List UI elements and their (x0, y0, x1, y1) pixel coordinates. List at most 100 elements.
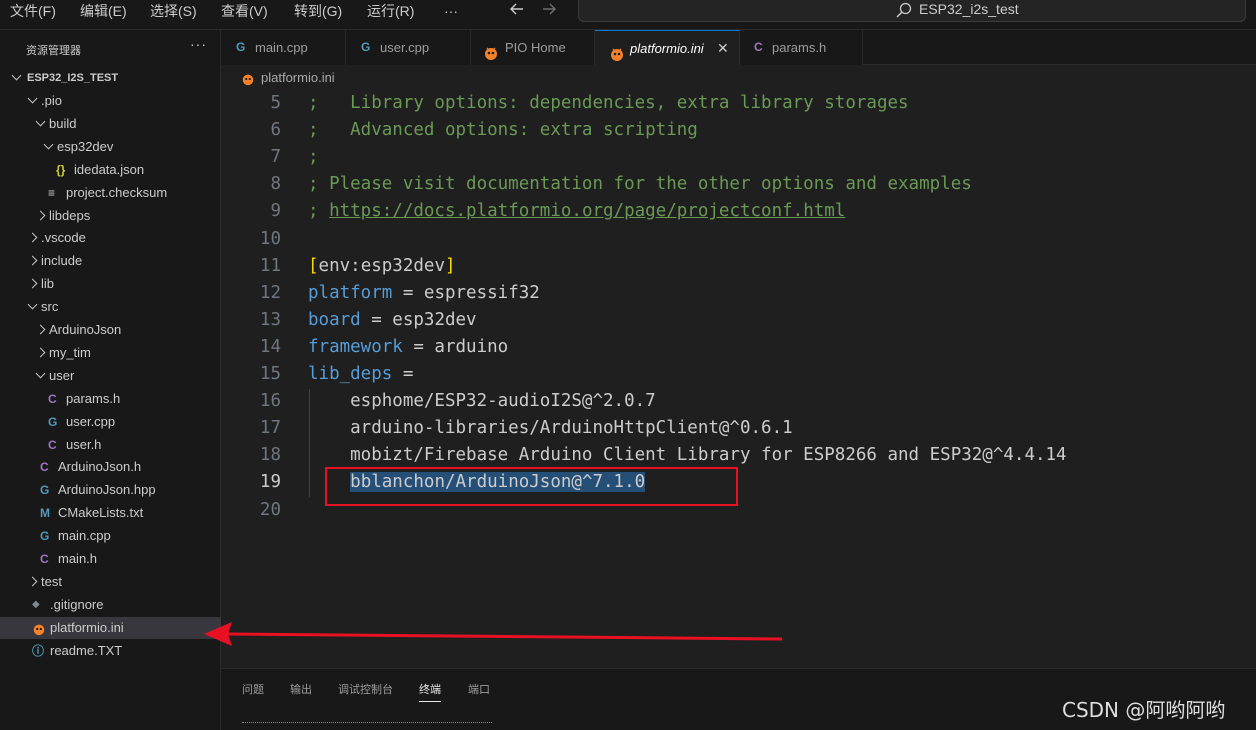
panel-tab-terminal[interactable]: 终端 (419, 681, 441, 702)
code-line[interactable]: 15 lib_deps = (221, 361, 1256, 388)
tree-item[interactable]: ArduinoJson (0, 319, 221, 341)
workspace-root[interactable]: ESP32_I2S_TEST (0, 67, 221, 89)
tree-item[interactable]: .vscode (0, 227, 221, 249)
tree-item[interactable]: G ArduinoJson.hpp (0, 479, 221, 501)
tree-item[interactable]: esp32dev (0, 136, 221, 158)
tab-label: PIO Home (505, 40, 566, 55)
watermark: CSDN @阿哟阿哟 (1062, 698, 1226, 722)
menu-selection[interactable]: 选择(S) (150, 0, 197, 30)
code-token: = arduino (402, 336, 509, 357)
menu-run[interactable]: 运行(R) (367, 0, 414, 30)
tree-item[interactable]: {} idedata.json (0, 159, 221, 181)
info-icon: ⓘ (32, 643, 45, 658)
tree-item-label: main.h (58, 551, 98, 566)
tree-item[interactable]: Cuser.h (0, 434, 221, 456)
code-editor[interactable]: 5 ; Library options: dependencies, extra … (221, 90, 1256, 668)
line-number: 6 (270, 120, 281, 141)
code-line[interactable]: 17 arduino-libraries/ArduinoHttpClient@^… (221, 415, 1256, 442)
arrow-left-icon[interactable] (508, 0, 526, 23)
tree-item[interactable]: include (0, 250, 221, 272)
file-text-icon: ≡ (48, 185, 56, 200)
code-token: esphome/ESP32-audioI2S@^2.0.7 (308, 391, 656, 412)
tree-item[interactable]: Cmain.h (0, 548, 221, 570)
breadcrumb: platformio.ini (221, 66, 1256, 90)
panel-tab-output[interactable]: 输出 (290, 681, 312, 697)
code-token: board (308, 309, 361, 330)
code-line[interactable]: 18 mobizt/Firebase Arduino Client Librar… (221, 442, 1256, 469)
code-text: arduino-libraries/ArduinoHttpClient@^0.6… (308, 415, 793, 442)
code-line[interactable]: 5 ; Library options: dependencies, extra … (221, 90, 1256, 117)
code-token: ; Library options: dependencies, extra l… (308, 93, 909, 113)
tree-item[interactable]: Gmain.cpp (0, 525, 221, 547)
panel-tab-problems[interactable]: 问题 (242, 681, 264, 697)
tree-item[interactable]: .pio (0, 90, 221, 112)
tree-item[interactable]: Guser.cpp (0, 411, 221, 433)
tab-pio-home[interactable]: PIO Home (471, 30, 595, 65)
tree-item[interactable]: ⓘ readme.TXT (0, 640, 221, 662)
code-line[interactable]: 10 (221, 226, 1256, 253)
search-icon (895, 1, 913, 22)
chevron-down-icon (35, 368, 46, 379)
tree-item[interactable]: libdeps (0, 205, 221, 227)
code-line[interactable]: 13 board = esp32dev (221, 307, 1256, 334)
c-header-icon: C (40, 552, 49, 566)
code-line[interactable]: 11 [env:esp32dev] (221, 253, 1256, 280)
line-number: 9 (270, 201, 281, 222)
arrow-right-icon[interactable] (540, 0, 558, 23)
menu-file[interactable]: 文件(F) (10, 0, 56, 30)
code-text: board = esp32dev (308, 307, 477, 334)
tab-user-cpp[interactable]: G user.cpp (346, 30, 471, 65)
tree-item-label: build (49, 115, 77, 131)
code-text: platform = espressif32 (308, 280, 540, 307)
tree-item[interactable]: my_tim (0, 342, 221, 364)
tab-platformio-ini[interactable]: platformio.ini ✕ (595, 30, 740, 65)
code-text: ; (308, 144, 319, 171)
code-line[interactable]: 12 platform = espressif32 (221, 280, 1256, 307)
tree-item[interactable]: M CMakeLists.txt (0, 502, 221, 524)
menu-view[interactable]: 查看(V) (221, 0, 268, 30)
tree-item-label: src (41, 299, 59, 315)
code-text: ; https://docs.platformio.org/page/proje… (308, 198, 845, 225)
tab-main-cpp[interactable]: G main.cpp (221, 30, 346, 65)
tree-item[interactable]: user (0, 365, 221, 387)
tree-item[interactable]: test (0, 571, 221, 593)
code-line[interactable]: 8 ; Please visit documentation for the ot… (221, 171, 1256, 198)
chevron-down-icon (35, 116, 46, 127)
tree-item[interactable]: platformio.ini (0, 616, 221, 639)
menu-more[interactable]: ··· (444, 0, 458, 30)
tree-item[interactable]: build (0, 113, 221, 135)
code-line[interactable]: 6 ; Advanced options: extra scripting (221, 117, 1256, 144)
chevron-right-icon (27, 576, 38, 587)
tree-item[interactable]: C ArduinoJson.h (0, 456, 221, 478)
explorer-more-button[interactable]: ··· (190, 36, 207, 52)
code-text: mobizt/Firebase Arduino Client Library f… (308, 442, 1066, 469)
chevron-right-icon (35, 210, 46, 220)
panel-tab-debug-console[interactable]: 调试控制台 (338, 681, 393, 697)
close-icon[interactable]: ✕ (717, 31, 729, 66)
panel-tab-ports[interactable]: 端口 (468, 681, 490, 697)
line-number: 19 (259, 472, 281, 493)
code-line[interactable]: 16 esphome/ESP32-audioI2S@^2.0.7 (221, 388, 1256, 415)
tree-item[interactable]: ◆ .gitignore (0, 594, 221, 616)
breadcrumb-file[interactable]: platformio.ini (261, 66, 335, 90)
json-icon: {} (56, 162, 66, 177)
code-line[interactable]: 9 ; https://docs.platformio.org/page/proj… (221, 198, 1256, 225)
line-number: 15 (259, 364, 281, 384)
command-center-search[interactable]: ESP32_i2s_test (578, 0, 1246, 22)
menu-edit[interactable]: 编辑(E) (80, 0, 127, 30)
code-line[interactable]: 14 framework = arduino (221, 334, 1256, 361)
cpp-icon: G (40, 529, 50, 544)
tree-item[interactable]: src (0, 296, 221, 318)
line-number: 11 (259, 255, 281, 276)
code-line[interactable]: 7; (221, 144, 1256, 171)
tab-params-h[interactable]: C params.h (740, 30, 863, 65)
c-header-icon: C (754, 40, 763, 54)
tree-item[interactable]: lib (0, 273, 221, 295)
explorer-title: 资源管理器 (26, 45, 81, 57)
tree-item-label: lib (41, 276, 55, 292)
tree-item-label: params.h (66, 390, 121, 406)
tab-label: platformio.ini (630, 41, 704, 56)
tree-item[interactable]: Cparams.h (0, 388, 221, 410)
tree-item[interactable]: ≡ project.checksum (0, 182, 221, 204)
menu-go[interactable]: 转到(G) (294, 0, 342, 30)
